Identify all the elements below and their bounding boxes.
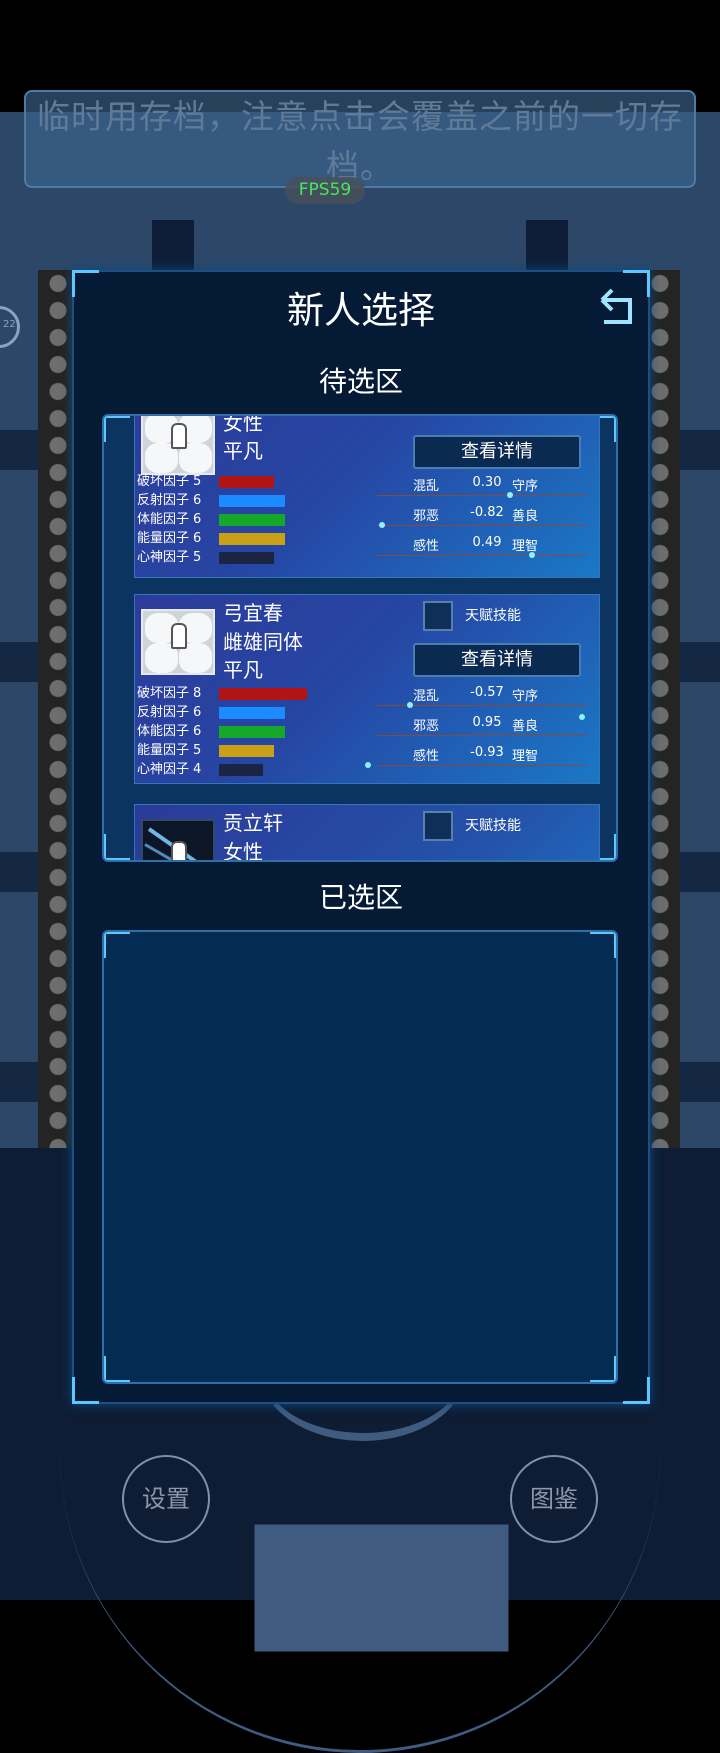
avatar: [141, 609, 215, 675]
character-figure: [171, 423, 187, 449]
factor-bar: [219, 764, 263, 776]
corner-accent: [104, 416, 130, 442]
notice-banner: 临时用存档，注意点击会覆盖之前的一切存档。: [24, 90, 696, 188]
factor-bar: [219, 476, 274, 488]
corner-accent: [72, 1377, 99, 1404]
avatar: [141, 416, 215, 475]
factor-destroy: 破坏因子 8: [137, 686, 202, 701]
attr-chaos-order: 混乱 -0.57 守序: [377, 685, 587, 711]
gallery-button[interactable]: 图鉴: [510, 1455, 598, 1543]
factor-energy: 能量因子 5: [137, 743, 202, 758]
back-icon[interactable]: [596, 286, 640, 330]
factor-energy: 能量因子 6: [137, 531, 202, 546]
character-figure: [171, 623, 187, 649]
factor-stamina: 体能因子 6: [137, 724, 202, 739]
corner-accent: [590, 1356, 616, 1382]
corner-accent: [104, 834, 130, 860]
factor-destroy: 破坏因子 5: [137, 474, 202, 489]
view-details-button[interactable]: 查看详情: [413, 435, 581, 469]
factor-bar: [219, 688, 307, 700]
talent-label: 天赋技能: [465, 608, 521, 624]
side-round-label: 22: [3, 319, 16, 330]
candidate-card[interactable]: 天赋技能 贡立轩 女性: [134, 804, 600, 862]
pending-list[interactable]: 女性 平凡 破坏因子 5 反射因子 6 体能因子 6 能量因子 6 心神因子 5 查看详情…: [102, 414, 618, 862]
candidate-gender: 女性: [223, 414, 263, 435]
factor-reflex: 反射因子 6: [137, 705, 202, 720]
factor-mind: 心神因子 4: [137, 762, 202, 777]
attr-emotion-reason: 感性 -0.93 理智: [365, 745, 587, 771]
bg-tab-block: [526, 220, 568, 272]
talent-label: 天赋技能: [465, 818, 521, 834]
settings-button[interactable]: 设置: [122, 1455, 210, 1543]
factor-stamina: 体能因子 6: [137, 512, 202, 527]
factor-mind: 心神因子 5: [137, 550, 202, 565]
fps-counter: FPS59: [285, 177, 365, 204]
newcomer-select-dialog: 新人选择 待选区 女性 平凡 破坏因子 5 反射因子 6 体能因子 6 能量因子 6: [72, 270, 650, 1404]
factor-bar: [219, 745, 274, 757]
character-figure: [171, 841, 187, 860]
corner-accent: [104, 932, 130, 958]
attr-evil-good: 邪恶 -0.82 善良: [377, 505, 587, 531]
pending-section-title: 待选区: [318, 365, 403, 398]
attr-evil-good: 邪恶 0.95 善良: [377, 714, 587, 741]
candidate-gender: 雌雄同体: [223, 630, 303, 654]
factor-reflex: 反射因子 6: [137, 493, 202, 508]
view-details-button[interactable]: 查看详情: [413, 643, 581, 677]
notice-text: 临时用存档，注意点击会覆盖之前的一切存档。: [37, 97, 683, 186]
factor-bar: [219, 726, 285, 738]
factor-bar: [219, 533, 285, 545]
attr-chaos-order: 混乱 0.30 守序: [377, 475, 587, 501]
candidate-name: 贡立轩: [223, 811, 283, 835]
factor-bar: [219, 514, 285, 526]
corner-accent: [104, 1356, 130, 1382]
bg-tab-block: [152, 220, 194, 272]
candidate-card[interactable]: 天赋技能 弓宜春 雌雄同体 平凡 破坏因子 8 反射因子 6 体能因子 6 能量因子 5…: [134, 594, 600, 784]
factor-bar: [219, 552, 274, 564]
candidate-trait: 平凡: [223, 439, 263, 463]
avatar: [141, 819, 215, 860]
candidate-trait: 平凡: [223, 658, 263, 682]
dialog-title: 新人选择: [287, 289, 435, 332]
attr-emotion-reason: 感性 0.49 理智: [377, 535, 587, 561]
factor-bar: [219, 495, 285, 507]
selected-list[interactable]: [102, 930, 618, 1384]
candidate-name: 弓宜春: [223, 601, 283, 625]
factor-bar: [219, 707, 285, 719]
talent-checkbox[interactable]: [423, 601, 453, 631]
corner-accent: [623, 1377, 650, 1404]
candidate-card[interactable]: 女性 平凡 破坏因子 5 反射因子 6 体能因子 6 能量因子 6 心神因子 5 查看详情…: [134, 414, 600, 578]
candidate-gender: 女性: [223, 840, 263, 862]
talent-checkbox[interactable]: [423, 811, 453, 841]
selected-section-title: 已选区: [318, 881, 403, 914]
corner-accent: [590, 932, 616, 958]
